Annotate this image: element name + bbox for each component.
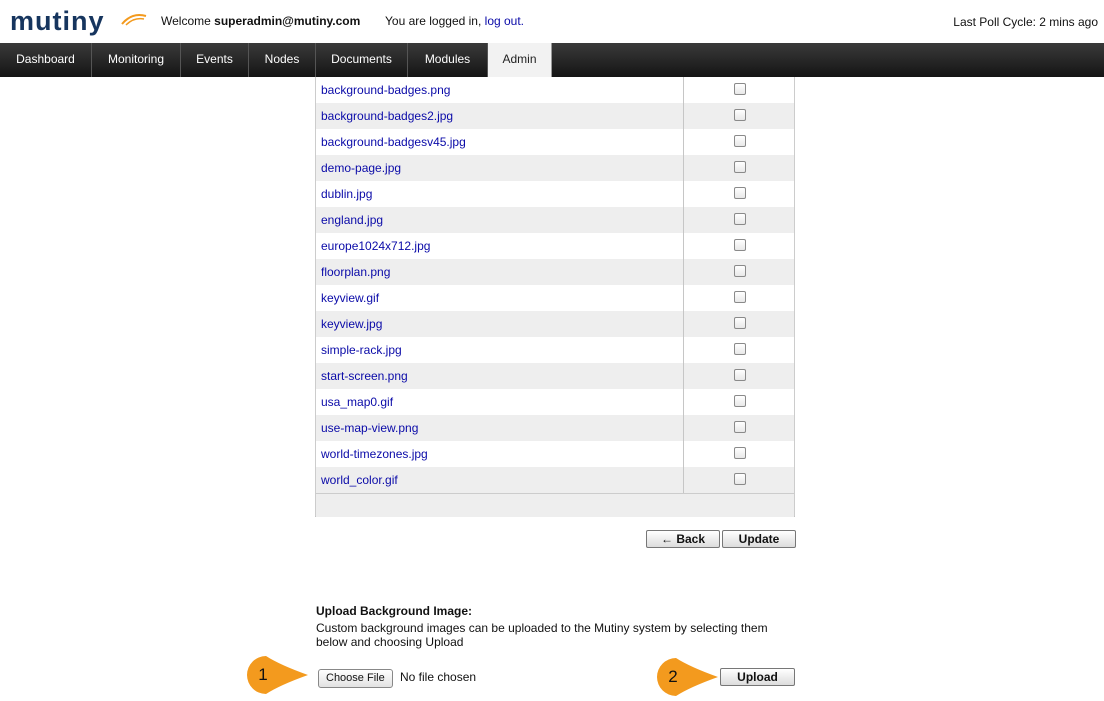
table-row: demo-page.jpg (316, 155, 794, 181)
column-divider (683, 181, 684, 207)
delete-checkbox[interactable] (734, 473, 746, 485)
callout-1: 1 (246, 655, 308, 699)
username: superadmin@mutiny.com (214, 14, 361, 28)
delete-checkbox[interactable] (734, 239, 746, 251)
file-link[interactable]: dublin.jpg (321, 187, 372, 201)
file-link[interactable]: use-map-view.png (321, 421, 418, 435)
file-link[interactable]: keyview.gif (321, 291, 379, 305)
table-row: usa_map0.gif (316, 389, 794, 415)
column-divider (683, 77, 684, 103)
table-row: dublin.jpg (316, 181, 794, 207)
column-divider (683, 441, 684, 467)
table-footer (316, 493, 794, 517)
table-row: world_color.gif (316, 467, 794, 493)
delete-checkbox[interactable] (734, 369, 746, 381)
welcome-message: Welcome superadmin@mutiny.com (161, 14, 360, 28)
column-divider (683, 363, 684, 389)
column-divider (683, 259, 684, 285)
table-row: background-badges.png (316, 77, 794, 103)
file-link[interactable]: start-screen.png (321, 369, 408, 383)
delete-checkbox[interactable] (734, 291, 746, 303)
table-row: background-badgesv45.jpg (316, 129, 794, 155)
tab-monitoring[interactable]: Monitoring (92, 43, 181, 77)
last-poll-cycle: Last Poll Cycle: 2 mins ago (953, 15, 1098, 29)
delete-checkbox[interactable] (734, 83, 746, 95)
file-link[interactable]: usa_map0.gif (321, 395, 393, 409)
table-row: start-screen.png (316, 363, 794, 389)
file-link[interactable]: floorplan.png (321, 265, 390, 279)
background-image-table: background-badges.png background-badges2… (315, 77, 795, 517)
mutiny-logo[interactable]: mutiny (10, 6, 147, 36)
callout-number: 1 (258, 665, 268, 684)
update-button[interactable]: Update (722, 530, 796, 548)
delete-checkbox[interactable] (734, 161, 746, 173)
column-divider (683, 129, 684, 155)
table-row: keyview.gif (316, 285, 794, 311)
logout-link[interactable]: log out. (485, 14, 524, 28)
column-divider (683, 467, 684, 493)
table-row: use-map-view.png (316, 415, 794, 441)
file-link[interactable]: background-badgesv45.jpg (321, 135, 466, 149)
table-row: england.jpg (316, 207, 794, 233)
delete-checkbox[interactable] (734, 447, 746, 459)
table-row: keyview.jpg (316, 311, 794, 337)
table-row: background-badges2.jpg (316, 103, 794, 129)
welcome-prefix: Welcome (161, 14, 211, 28)
column-divider (683, 389, 684, 415)
column-divider (683, 155, 684, 181)
file-link[interactable]: world_color.gif (321, 473, 398, 487)
delete-checkbox[interactable] (734, 395, 746, 407)
tab-modules[interactable]: Modules (408, 43, 488, 77)
file-link[interactable]: background-badges.png (321, 83, 450, 97)
login-status: You are logged in, log out. (385, 14, 524, 28)
main-nav: Dashboard Monitoring Events Nodes Docume… (0, 43, 1104, 77)
tab-documents[interactable]: Documents (316, 43, 408, 77)
table-row: europe1024x712.jpg (316, 233, 794, 259)
delete-checkbox[interactable] (734, 187, 746, 199)
file-link[interactable]: europe1024x712.jpg (321, 239, 430, 253)
no-file-chosen-text: No file chosen (400, 670, 477, 684)
table-row: world-timezones.jpg (316, 441, 794, 467)
delete-checkbox[interactable] (734, 135, 746, 147)
file-link[interactable]: england.jpg (321, 213, 383, 227)
delete-checkbox[interactable] (734, 317, 746, 329)
delete-checkbox[interactable] (734, 109, 746, 121)
upload-title: Upload Background Image: (316, 604, 473, 618)
column-divider (683, 233, 684, 259)
file-link[interactable]: background-badges2.jpg (321, 109, 453, 123)
delete-checkbox[interactable] (734, 213, 746, 225)
file-link[interactable]: demo-page.jpg (321, 161, 401, 175)
logo-text: mutiny (10, 6, 105, 36)
tab-nodes[interactable]: Nodes (249, 43, 316, 77)
upload-button[interactable]: Upload (720, 668, 795, 686)
column-divider (683, 207, 684, 233)
tab-events[interactable]: Events (181, 43, 249, 77)
column-divider (683, 337, 684, 363)
column-divider (683, 285, 684, 311)
tab-admin[interactable]: Admin (488, 43, 552, 77)
logo-swoosh-icon (121, 14, 147, 26)
file-link[interactable]: keyview.jpg (321, 317, 382, 331)
column-divider (683, 311, 684, 337)
delete-checkbox[interactable] (734, 265, 746, 277)
file-link[interactable]: world-timezones.jpg (321, 447, 428, 461)
upload-description: Custom background images can be uploaded… (316, 621, 768, 649)
tab-dashboard[interactable]: Dashboard (0, 43, 92, 77)
callout-2: 2 (656, 657, 718, 701)
choose-file-button[interactable]: Choose File (318, 669, 393, 688)
file-link[interactable]: simple-rack.jpg (321, 343, 402, 357)
delete-checkbox[interactable] (734, 421, 746, 433)
back-button[interactable]: ← Back (646, 530, 720, 548)
callout-number: 2 (668, 667, 678, 686)
delete-checkbox[interactable] (734, 343, 746, 355)
column-divider (683, 415, 684, 441)
top-bar: mutiny Welcome superadmin@mutiny.com You… (0, 0, 1104, 43)
table-row: floorplan.png (316, 259, 794, 285)
column-divider (683, 103, 684, 129)
table-row: simple-rack.jpg (316, 337, 794, 363)
logged-in-text: You are logged in, (385, 14, 482, 28)
